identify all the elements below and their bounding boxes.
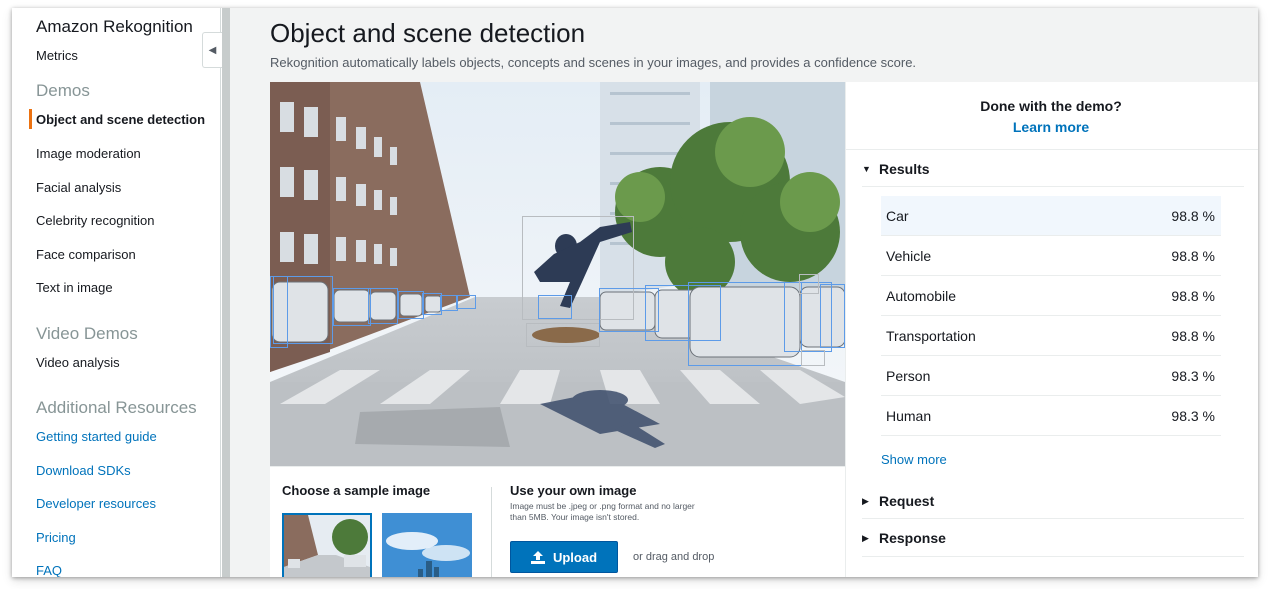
main-content: Object and scene detection Rekognition a… <box>230 8 1258 577</box>
bounding-box[interactable] <box>820 284 845 348</box>
learn-more-link[interactable]: Learn more <box>846 119 1256 135</box>
section-divider <box>491 487 492 577</box>
result-label: Car <box>886 208 909 224</box>
sidebar-item-face-comparison[interactable]: Face comparison <box>36 247 136 262</box>
request-heading: Request <box>879 493 935 509</box>
sidebar: Amazon Rekognition Metrics Demos Object … <box>12 8 221 577</box>
result-confidence: 98.8 % <box>1171 208 1215 224</box>
request-section-toggle[interactable]: ▶ Request <box>862 493 934 509</box>
demos-heading: Demos <box>36 81 90 100</box>
additional-resources-heading: Additional Resources <box>36 398 197 417</box>
sidebar-item-facial-analysis[interactable]: Facial analysis <box>36 180 121 195</box>
sidebar-item-metrics[interactable]: Metrics <box>36 48 78 63</box>
choose-sample-label: Choose a sample image <box>282 483 431 498</box>
response-heading: Response <box>879 530 946 546</box>
upload-button[interactable]: Upload <box>510 541 618 573</box>
sidebar-item-text-in-image[interactable]: Text in image <box>36 280 113 295</box>
result-label: Automobile <box>886 288 957 304</box>
upload-button-label: Upload <box>552 549 598 565</box>
drag-and-drop-hint: or drag and drop <box>633 551 715 563</box>
sample-street-thumbnail <box>284 515 370 577</box>
bounding-box[interactable] <box>273 276 333 344</box>
bounding-box[interactable] <box>526 323 600 347</box>
divider <box>862 518 1244 519</box>
sample-image-thumbnail-selected[interactable] <box>282 513 372 577</box>
result-label: Person <box>886 368 931 384</box>
app-window: Amazon Rekognition Metrics Demos Object … <box>12 8 1258 577</box>
sidebar-item-video-analysis[interactable]: Video analysis <box>36 355 120 370</box>
bounding-box[interactable] <box>801 350 825 366</box>
sample-skyline-thumbnail <box>382 513 472 577</box>
divider <box>862 186 1244 187</box>
bounding-box[interactable] <box>538 295 572 319</box>
result-row[interactable]: Automobile 98.8 % <box>881 276 1221 316</box>
response-section-toggle[interactable]: ▶ Response <box>862 530 946 546</box>
bounding-box[interactable] <box>422 293 442 315</box>
demo-panel: Choose a sample image Use your own image… <box>270 82 1258 577</box>
divider <box>846 149 1258 150</box>
sidebar-item-image-moderation[interactable]: Image moderation <box>36 146 141 161</box>
result-row[interactable]: Human 98.3 % <box>881 396 1221 436</box>
result-row[interactable]: Vehicle 98.8 % <box>881 236 1221 276</box>
bounding-box[interactable] <box>398 291 424 319</box>
results-section-toggle[interactable]: ▼ Results <box>862 161 930 177</box>
results-heading: Results <box>879 161 930 177</box>
result-confidence: 98.8 % <box>1171 288 1215 304</box>
upload-icon <box>530 550 545 564</box>
done-with-demo-text: Done with the demo? <box>980 98 1122 114</box>
analyzed-image <box>270 82 845 466</box>
page-title: Object and scene detection <box>270 18 586 48</box>
result-confidence: 98.3 % <box>1171 408 1215 424</box>
result-confidence: 98.8 % <box>1171 328 1215 344</box>
bounding-box[interactable] <box>368 288 398 324</box>
use-own-image-label: Use your own image <box>510 483 637 498</box>
sidebar-item-object-scene-detection[interactable]: Object and scene detection <box>36 112 205 127</box>
result-label: Transportation <box>886 328 976 344</box>
result-label: Vehicle <box>886 248 932 264</box>
link-pricing[interactable]: Pricing <box>36 530 76 545</box>
sidebar-divider[interactable] <box>222 8 230 577</box>
page-description: Rekognition automatically labels objects… <box>270 55 917 70</box>
upload-requirements-text: Image must be .jpeg or .png format and n… <box>510 501 695 522</box>
active-indicator <box>29 109 32 129</box>
collapse-sidebar-button[interactable]: ◀ <box>202 32 222 68</box>
result-row[interactable]: Car 98.8 % <box>881 196 1221 236</box>
show-more-link[interactable]: Show more <box>881 452 947 467</box>
chevron-left-icon: ◀ <box>208 44 217 56</box>
caret-down-icon: ▼ <box>862 164 871 174</box>
result-confidence: 98.8 % <box>1171 248 1215 264</box>
caret-right-icon: ▶ <box>862 495 869 506</box>
bounding-box[interactable] <box>333 288 371 326</box>
link-developer-resources[interactable]: Developer resources <box>36 496 156 511</box>
sidebar-item-celebrity-recognition[interactable]: Celebrity recognition <box>36 213 155 228</box>
link-faq[interactable]: FAQ <box>36 563 62 577</box>
sidebar-title[interactable]: Amazon Rekognition <box>36 17 193 37</box>
link-download-sdks[interactable]: Download SDKs <box>36 463 131 478</box>
result-confidence: 98.3 % <box>1171 368 1215 384</box>
bounding-box[interactable] <box>799 274 819 294</box>
sample-image-section: Choose a sample image Use your own image… <box>270 466 845 577</box>
result-row[interactable]: Person 98.3 % <box>881 356 1221 396</box>
caret-right-icon: ▶ <box>862 532 869 543</box>
result-label: Human <box>886 408 932 424</box>
results-panel: Done with the demo? Learn more ▼ Results… <box>845 82 1258 577</box>
video-demos-heading: Video Demos <box>36 324 138 343</box>
link-getting-started-guide[interactable]: Getting started guide <box>36 429 157 444</box>
sample-image-thumbnail[interactable] <box>382 513 472 577</box>
bounding-box[interactable] <box>456 295 476 309</box>
divider <box>862 556 1244 557</box>
result-row[interactable]: Transportation 98.8 % <box>881 316 1221 356</box>
